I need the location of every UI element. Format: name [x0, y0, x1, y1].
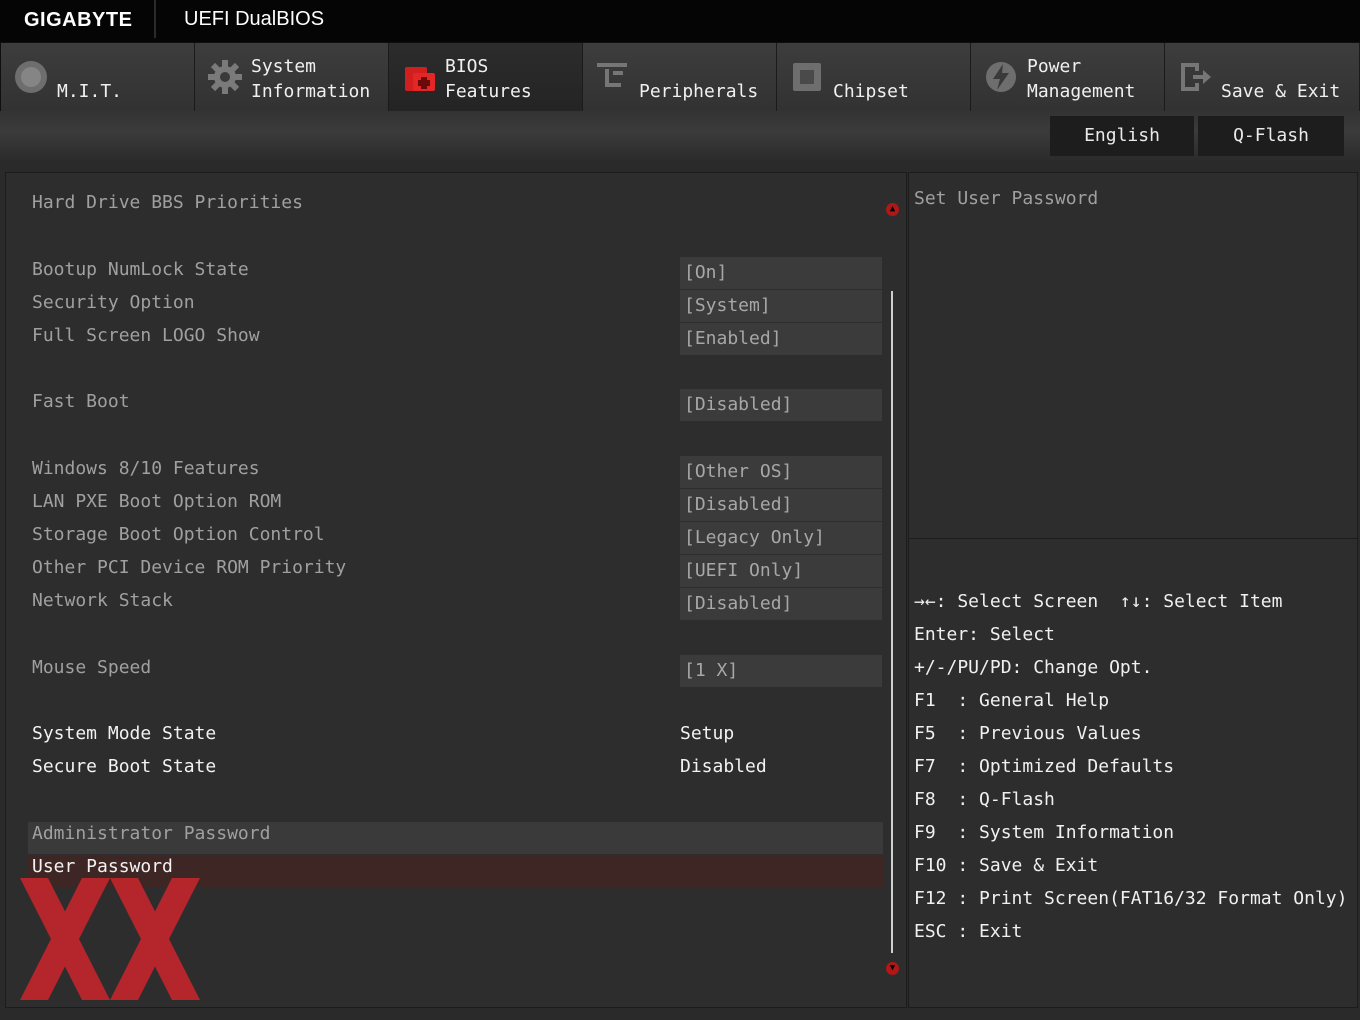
- key-legend-line: →←: Select Screen ↑↓: Select Item: [914, 591, 1283, 612]
- watermark-logo-icon: [20, 878, 200, 1000]
- tab-bios-features[interactable]: BIOS Features: [389, 43, 583, 111]
- peripherals-icon: [597, 63, 627, 87]
- mit-dial-icon: [15, 61, 47, 93]
- info-sysmode-label: System Mode State: [32, 723, 217, 744]
- setting-otherpci-label[interactable]: Other PCI Device ROM Priority: [32, 552, 346, 584]
- setting-mouse-label[interactable]: Mouse Speed: [32, 652, 151, 684]
- qflash-button[interactable]: Q-Flash: [1198, 116, 1344, 156]
- tab-label: BIOS Features: [445, 56, 532, 102]
- setting-win810-value[interactable]: [Other OS]: [680, 456, 882, 488]
- key-legend-line: ESC : Exit: [914, 921, 1023, 942]
- setting-fastboot-label[interactable]: Fast Boot: [32, 386, 130, 418]
- scrollbar-track[interactable]: [891, 291, 893, 953]
- setting-numlock-value[interactable]: [On]: [680, 257, 882, 289]
- help-description: Set User Password: [914, 188, 1099, 209]
- key-legend-line: F1 : General Help: [914, 690, 1110, 711]
- tab-chipset[interactable]: Chipset: [777, 43, 971, 111]
- setting-win810-label[interactable]: Windows 8/10 Features: [32, 453, 260, 485]
- product-name: UEFI DualBIOS: [184, 8, 325, 30]
- title-bar: GIGABYTE UEFI DualBIOS: [0, 0, 1360, 42]
- language-button[interactable]: English: [1050, 116, 1194, 156]
- key-legend-line: F12 : Print Screen(FAT16/32 Format Only): [914, 888, 1348, 909]
- setting-security-value[interactable]: [System]: [680, 290, 882, 322]
- key-legend-line: F8 : Q-Flash: [914, 789, 1055, 810]
- setting-hdd-bbs-priorities[interactable]: Hard Drive BBS Priorities: [32, 187, 303, 219]
- setting-fastboot-value[interactable]: [Disabled]: [680, 389, 882, 421]
- setting-logo-value[interactable]: [Enabled]: [680, 323, 882, 355]
- tab-label: System Information: [251, 56, 371, 102]
- bios-chip-icon: [405, 67, 435, 91]
- tab-label: Peripherals: [639, 81, 759, 102]
- setting-logo-label[interactable]: Full Screen LOGO Show: [32, 320, 260, 352]
- key-legend-panel: →←: Select Screen ↑↓: Select Item Enter:…: [908, 538, 1358, 1008]
- info-sysmode-value: Setup: [680, 723, 735, 744]
- tab-label: Chipset: [833, 81, 909, 102]
- chipset-icon: [793, 63, 821, 91]
- tab-power-management[interactable]: Power Management: [971, 43, 1165, 111]
- setting-numlock-label[interactable]: Bootup NumLock State: [32, 254, 249, 286]
- tab-system-information[interactable]: System Information: [195, 43, 389, 111]
- key-legend-line: +/-/PU/PD: Change Opt.: [914, 657, 1153, 678]
- scroll-down-icon[interactable]: ▼: [886, 962, 899, 975]
- help-description-panel: Set User Password: [908, 172, 1358, 539]
- info-secureboot-value: Disabled: [680, 756, 767, 777]
- power-icon: [986, 62, 1016, 92]
- main-tabs: M.I.T. System Information BIOS Features Pe…: [0, 42, 1360, 111]
- key-legend-line: F7 : Optimized Defaults: [914, 756, 1175, 777]
- setting-network-value[interactable]: [Disabled]: [680, 588, 882, 620]
- gear-icon: [208, 60, 242, 94]
- setting-storage-value[interactable]: [Legacy Only]: [680, 522, 882, 554]
- tab-peripherals[interactable]: Peripherals: [583, 43, 777, 111]
- setting-network-label[interactable]: Network Stack: [32, 585, 173, 617]
- setting-lanpxe-value[interactable]: [Disabled]: [680, 489, 882, 521]
- key-legend-line: F10 : Save & Exit: [914, 855, 1099, 876]
- brand-logo: GIGABYTE: [24, 9, 133, 31]
- tab-label: Power Management: [1027, 56, 1136, 102]
- tab-mit[interactable]: M.I.T.: [1, 43, 195, 111]
- key-legend-line: Enter: Select: [914, 624, 1055, 645]
- exit-door-icon: [1181, 63, 1211, 91]
- setting-admin-password[interactable]: Administrator Password: [32, 818, 270, 850]
- key-legend-line: F5 : Previous Values: [914, 723, 1142, 744]
- setting-mouse-value[interactable]: [1 X]: [680, 655, 882, 687]
- title-divider: [154, 0, 156, 38]
- setting-otherpci-value[interactable]: [UEFI Only]: [680, 555, 882, 587]
- setting-storage-label[interactable]: Storage Boot Option Control: [32, 519, 325, 551]
- tab-label: M.I.T.: [57, 81, 123, 102]
- setting-security-label[interactable]: Security Option: [32, 287, 195, 319]
- info-secureboot-label: Secure Boot State: [32, 756, 217, 777]
- tab-label: Save & Exit: [1221, 81, 1341, 102]
- setting-lanpxe-label[interactable]: LAN PXE Boot Option ROM: [32, 486, 281, 518]
- tab-save-exit[interactable]: Save & Exit: [1165, 43, 1360, 111]
- key-legend-line: F9 : System Information: [914, 822, 1175, 843]
- scroll-up-icon[interactable]: ▲: [886, 203, 899, 216]
